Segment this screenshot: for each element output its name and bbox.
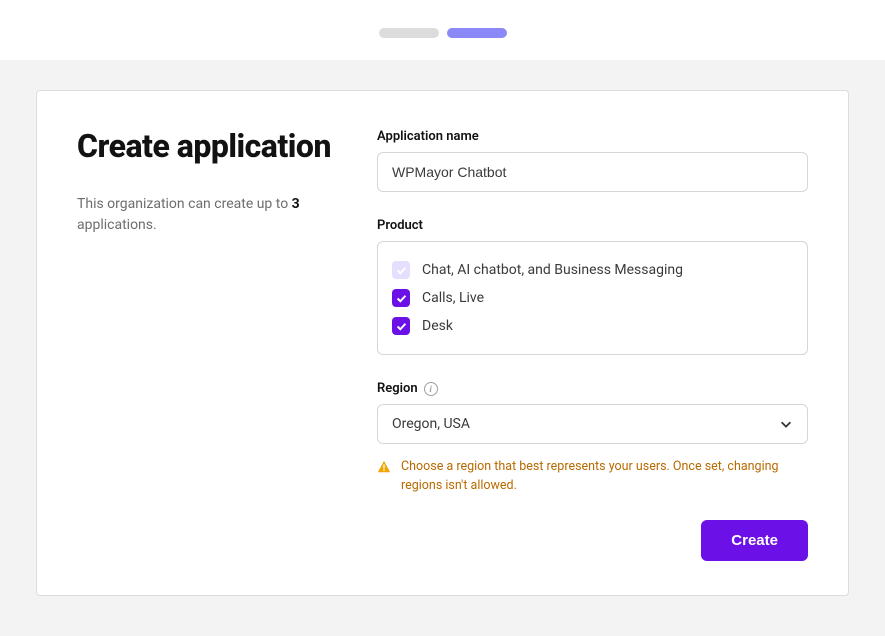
region-warning: Choose a region that best represents you…: [377, 458, 808, 496]
product-label: Product: [377, 218, 808, 233]
product-option-desk[interactable]: Desk: [392, 312, 793, 340]
region-selected-value: Oregon, USA: [392, 416, 470, 432]
checkbox-checked-icon: [392, 317, 410, 335]
region-select[interactable]: Oregon, USA: [377, 404, 808, 444]
checkbox-checked-icon: [392, 289, 410, 307]
product-option-calls[interactable]: Calls, Live: [392, 284, 793, 312]
progress-step-2: [447, 28, 507, 38]
page-subtext: This organization can create up to 3 app…: [77, 194, 347, 236]
create-application-card: Create application This organization can…: [36, 90, 849, 596]
product-option-label: Desk: [422, 318, 453, 334]
product-option-label: Chat, AI chatbot, and Business Messaging: [422, 262, 683, 278]
region-label: Region i: [377, 381, 808, 396]
warning-triangle-icon: [377, 460, 391, 474]
appname-input[interactable]: [377, 152, 808, 192]
create-button[interactable]: Create: [701, 520, 808, 561]
product-option-label: Calls, Live: [422, 290, 484, 306]
appname-label: Application name: [377, 129, 808, 144]
product-options-box: Chat, AI chatbot, and Business Messaging…: [377, 241, 808, 355]
checkbox-checked-locked-icon: [392, 261, 410, 279]
info-icon[interactable]: i: [424, 382, 438, 396]
page-title: Create application: [77, 129, 347, 164]
progress-step-1: [379, 28, 439, 38]
product-option-chat: Chat, AI chatbot, and Business Messaging: [392, 256, 793, 284]
region-warning-text: Choose a region that best represents you…: [401, 458, 808, 496]
progress-indicator: [0, 0, 885, 60]
chevron-down-icon: [779, 417, 793, 431]
